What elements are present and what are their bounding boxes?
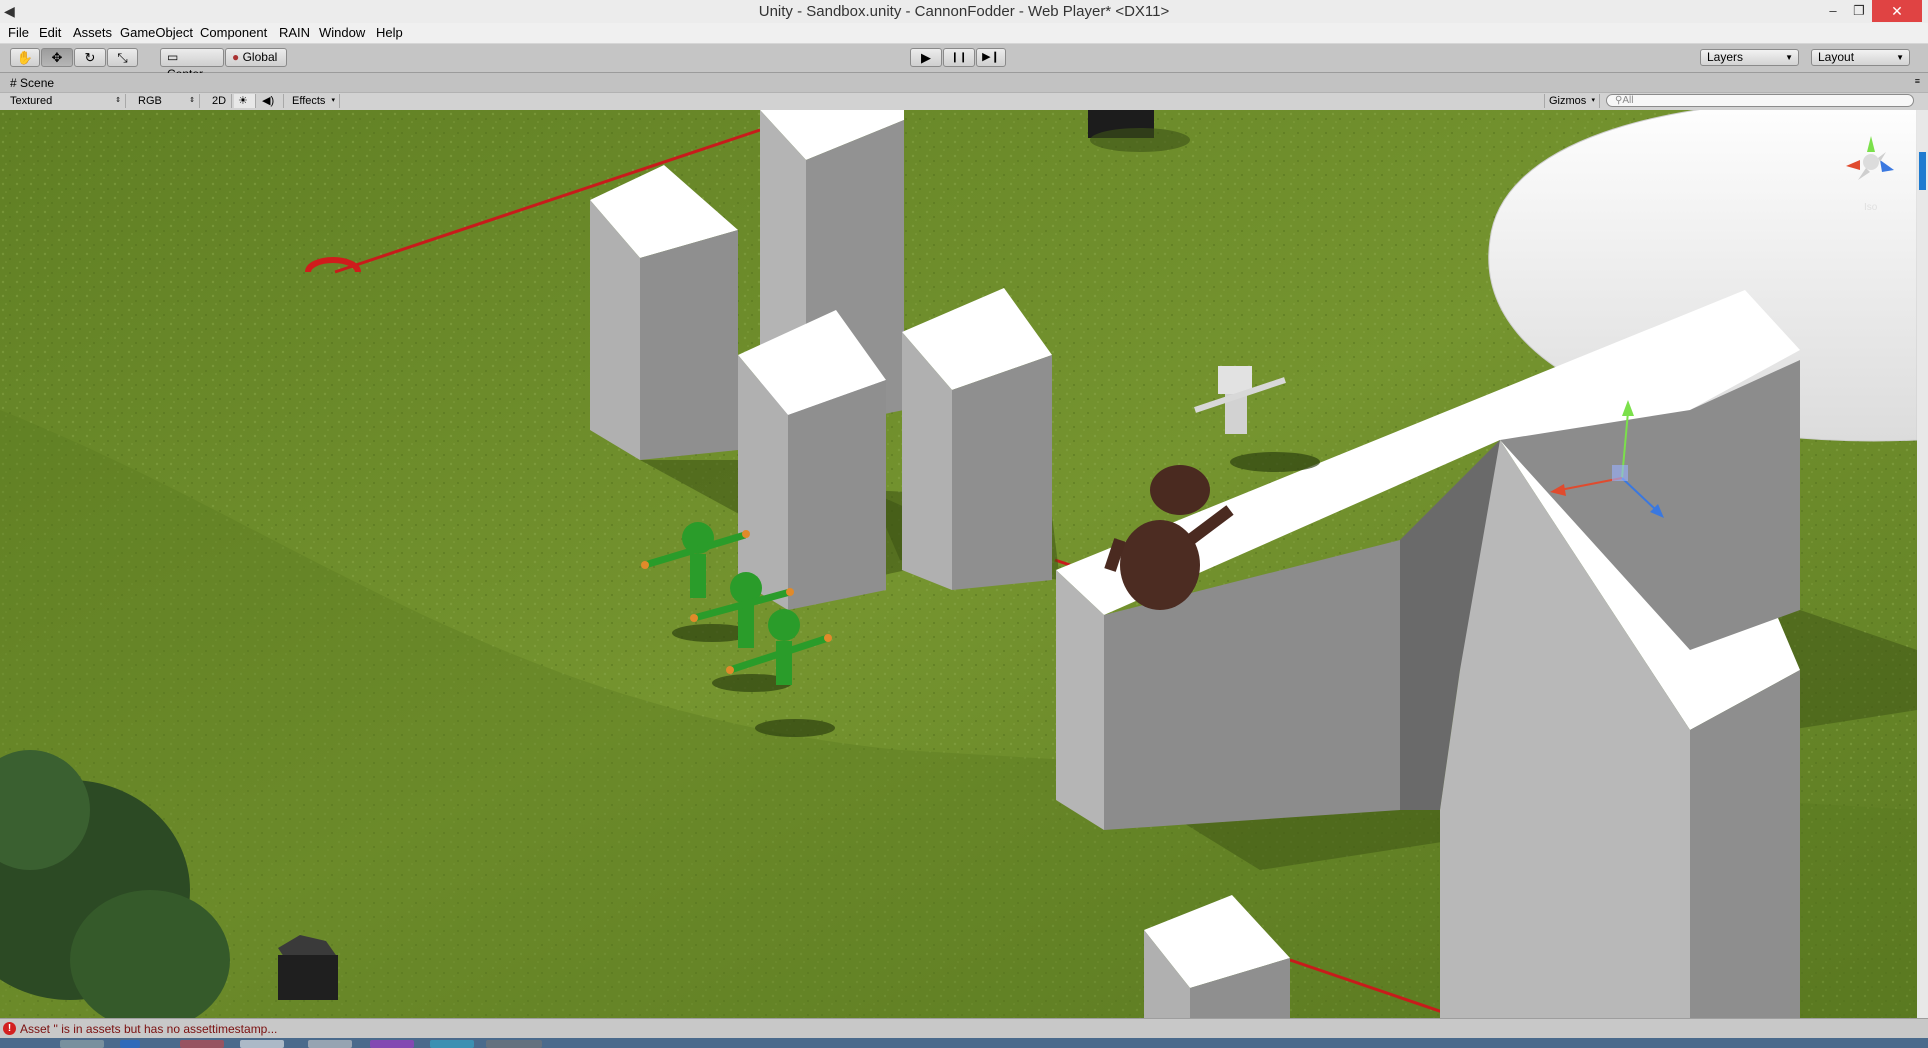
effects-label: Effects (292, 95, 326, 107)
space-global-toggle[interactable]: ● Global (225, 48, 287, 67)
menu-assets[interactable]: Assets (73, 25, 112, 40)
mode-2d-label: 2D (212, 95, 227, 107)
status-message: Asset '' is in assets but has no assetti… (20, 1022, 278, 1036)
pivot-icon: ▭ (167, 50, 179, 64)
move-icon: ✥ (51, 50, 63, 65)
color-mode-label: RGB (138, 95, 162, 107)
restore-button[interactable]: ❐ (1848, 0, 1870, 22)
title-bar: ◀ Unity - Sandbox.unity - CannonFodder -… (0, 0, 1928, 24)
updown-arrow-icon: ⇕ (189, 97, 195, 104)
menu-edit[interactable]: Edit (39, 25, 61, 40)
orientation-label: Iso (1864, 202, 1878, 213)
color-mode-dropdown[interactable]: RGB ⇕ (134, 94, 200, 108)
scene-search-input[interactable]: ⚲All (1606, 94, 1914, 107)
axis-gizmo-icon (1846, 136, 1894, 180)
menu-file[interactable]: File (8, 25, 29, 40)
menu-help[interactable]: Help (376, 25, 403, 40)
menu-window[interactable]: Window (319, 25, 365, 40)
globe-icon: ● (232, 50, 240, 64)
gizmos-label: Gizmos (1549, 95, 1587, 107)
close-button[interactable]: ✕ (1872, 0, 1922, 22)
orientation-gizmo[interactable]: Iso (1836, 132, 1906, 213)
dropdown-arrow-icon: ▼ (1896, 53, 1904, 62)
scale-tool-button[interactable]: ⤡ (107, 48, 138, 67)
taskbar-item[interactable] (240, 1040, 284, 1048)
menu-bar: File Edit Assets GameObject Component RA… (0, 23, 1928, 44)
pause-button[interactable]: ❙❙ (943, 48, 975, 67)
taskbar-item[interactable] (486, 1040, 542, 1048)
menu-gameobject[interactable]: GameObject (120, 25, 193, 40)
effects-dropdown[interactable]: Effects ▾ (288, 94, 340, 108)
rotate-tool-button[interactable]: ↻ (74, 48, 106, 67)
dropdown-arrow-icon: ▾ (1591, 97, 1595, 104)
main-toolbar: ✋ ✥ ↻ ⤡ ▭ Center ● Global ▶ ❙❙ ▶❙ Layers… (0, 44, 1928, 81)
move-tool-button[interactable]: ✥ (41, 48, 73, 67)
minimize-button[interactable]: ‒ (1822, 0, 1844, 22)
dropdown-arrow-icon: ▾ (331, 97, 335, 104)
tab-scene[interactable]: # Scene (4, 75, 60, 92)
block-pillar (902, 288, 1052, 590)
scene-tab-strip: # Scene ≡ (0, 73, 1928, 92)
taskbar-item[interactable] (308, 1040, 352, 1048)
taskbar-item[interactable] (60, 1040, 104, 1048)
layers-label: Layers (1707, 50, 1744, 64)
space-label: Global (242, 50, 278, 64)
mode-2d-toggle[interactable]: 2D (208, 94, 232, 108)
layers-dropdown[interactable]: Layers ▼ (1700, 49, 1799, 66)
step-button[interactable]: ▶❙ (976, 48, 1006, 67)
block-pillar (738, 310, 886, 610)
panel-menu-icon[interactable]: ≡ (1915, 76, 1920, 86)
search-placeholder: All (1622, 95, 1634, 106)
speaker-icon: ◀) (262, 95, 275, 107)
updown-arrow-icon: ⇕ (115, 97, 121, 104)
grid-icon: # (10, 76, 17, 90)
render-mode-dropdown[interactable]: Textured ⇕ (6, 94, 126, 108)
pause-icon: ❙❙ (950, 52, 968, 63)
dropdown-arrow-icon: ▼ (1785, 53, 1793, 62)
gizmos-dropdown[interactable]: Gizmos ▾ (1544, 94, 1600, 108)
scene-render (0, 110, 1917, 1018)
render-mode-label: Textured (10, 95, 53, 107)
step-icon: ▶❙ (982, 51, 1000, 63)
scene-audio-toggle[interactable]: ◀) (258, 94, 284, 108)
taskbar-item[interactable] (430, 1040, 474, 1048)
rotate-icon: ↻ (84, 50, 96, 65)
hand-icon: ✋ (16, 50, 34, 65)
scene-toolbar: Textured ⇕ RGB ⇕ 2D ☀ ◀) Effects ▾ Gizmos ▾ … (0, 92, 1928, 111)
window-title: Unity - Sandbox.unity - CannonFodder - W… (758, 3, 1170, 20)
status-bar[interactable]: ! Asset '' is in assets but has no asset… (0, 1018, 1928, 1039)
sun-icon: ☀ (238, 95, 248, 107)
play-icon: ▶ (921, 50, 931, 65)
taskbar-item[interactable] (370, 1040, 414, 1048)
menu-component[interactable]: Component (200, 25, 267, 40)
layout-label: Layout (1818, 50, 1855, 64)
error-icon: ! (3, 1022, 16, 1035)
scene-scrollbar[interactable] (1917, 110, 1928, 1018)
os-taskbar (0, 1038, 1928, 1048)
tab-scene-label: Scene (20, 76, 55, 90)
layout-dropdown[interactable]: Layout ▼ (1811, 49, 1910, 66)
scale-icon: ⤡ (117, 50, 128, 65)
menu-rain[interactable]: RAIN (279, 25, 310, 40)
play-button[interactable]: ▶ (910, 48, 942, 67)
taskbar-item[interactable] (180, 1040, 224, 1048)
hand-tool-button[interactable]: ✋ (10, 48, 40, 67)
taskbar-item[interactable] (120, 1040, 140, 1048)
scene-lighting-toggle[interactable]: ☀ (234, 94, 256, 108)
pivot-center-toggle[interactable]: ▭ Center (160, 48, 224, 81)
scene-viewport[interactable]: Iso (0, 110, 1917, 1018)
scrollbar-thumb[interactable] (1919, 152, 1926, 190)
